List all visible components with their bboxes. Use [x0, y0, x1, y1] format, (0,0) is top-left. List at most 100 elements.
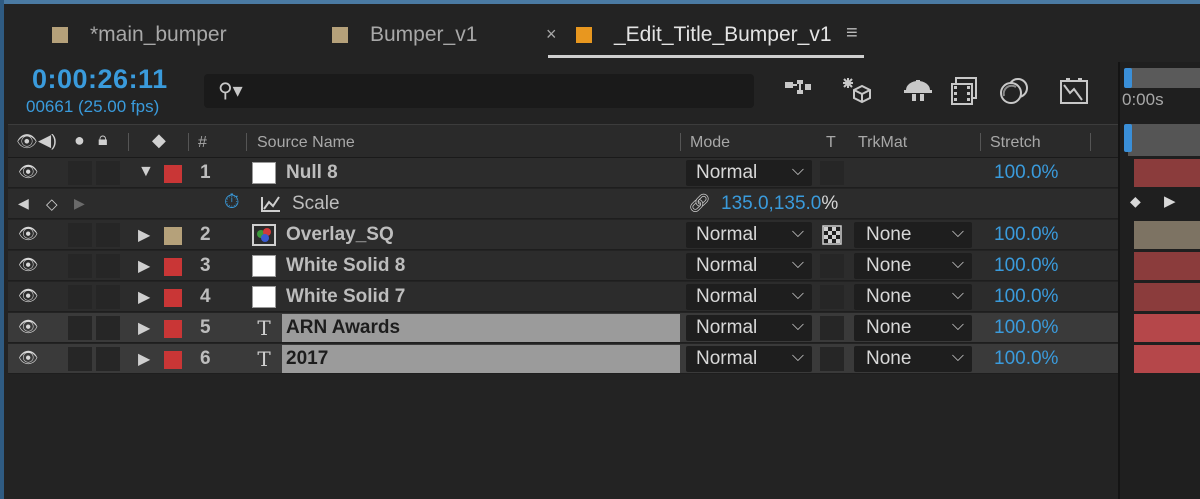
blend-mode-select[interactable]: Normal ⌵: [686, 346, 812, 372]
layer-duration-bar[interactable]: [1134, 314, 1200, 342]
solo-switch[interactable]: [68, 254, 92, 278]
lock-switch[interactable]: [96, 316, 120, 340]
preserve-transparency-toggle[interactable]: [820, 161, 844, 185]
layer-row[interactable]: 👁 ▶ 2 Overlay_SQ Normal ⌵ None ⌵ 100.0%: [8, 220, 1118, 250]
panel-menu-icon[interactable]: ≡: [846, 22, 858, 45]
solo-switch[interactable]: [68, 161, 92, 185]
layer-duration-bar[interactable]: [1134, 252, 1200, 280]
preserve-transparency-toggle[interactable]: [820, 347, 844, 371]
close-tab-icon[interactable]: ×: [546, 24, 557, 45]
expand-triangle-icon[interactable]: ▶: [138, 318, 150, 338]
eye-icon[interactable]: 👁: [18, 224, 38, 244]
lock-header-icon[interactable]: 🔒︎: [98, 129, 108, 150]
blend-mode-select[interactable]: Normal ⌵: [686, 222, 812, 248]
graph-icon[interactable]: [260, 195, 282, 213]
stretch-value[interactable]: 100.0%: [994, 348, 1058, 370]
solo-switch[interactable]: [68, 285, 92, 309]
tab-edit-title-bumper-v1[interactable]: _Edit_Title_Bumper_v1: [576, 18, 832, 52]
next-keyframe-icon[interactable]: ▶: [74, 195, 85, 212]
layer-name[interactable]: 2017: [286, 348, 328, 370]
scale-property-row[interactable]: ◀ ◇ ▶ ⏱ Scale 🔗︎ 135.0,135.0%: [8, 189, 1118, 219]
preserve-transparency-checker-icon[interactable]: [822, 225, 842, 245]
expand-triangle-icon[interactable]: ▶: [138, 225, 150, 245]
navigator-start-handle[interactable]: [1124, 68, 1132, 88]
constrain-proportions-link-icon[interactable]: 🔗︎: [688, 193, 711, 214]
stretch-value[interactable]: 100.0%: [994, 317, 1058, 339]
layer-row[interactable]: 👁 ▶ 3 White Solid 8 Normal ⌵ None ⌵ 100.0%: [8, 251, 1118, 281]
preserve-transparency-toggle[interactable]: [820, 254, 844, 278]
label-header-icon[interactable]: ◆: [152, 130, 166, 151]
layer-row[interactable]: 👁 ▼ 1 Null 8 Normal ⌵ 100.0%: [8, 158, 1118, 188]
keyframe-icon[interactable]: ◆: [1130, 193, 1141, 210]
keyframe-icon[interactable]: ▶: [1164, 192, 1176, 210]
blend-mode-select[interactable]: Normal ⌵: [686, 315, 812, 341]
label-color-swatch[interactable]: [164, 227, 182, 245]
expand-triangle-icon[interactable]: ▶: [138, 349, 150, 369]
track-matte-select[interactable]: None ⌵: [854, 346, 972, 372]
layer-row[interactable]: 👁 ▶ 4 White Solid 7 Normal ⌵ None ⌵ 100.0%: [8, 282, 1118, 312]
layer-row[interactable]: 👁 ▶ 5 T ARN Awards Normal ⌵ None ⌵ 100.0%: [8, 313, 1118, 343]
layer-name[interactable]: White Solid 7: [286, 286, 405, 308]
add-keyframe-icon[interactable]: ◇: [46, 195, 58, 213]
track-matte-select[interactable]: None ⌵: [854, 222, 972, 248]
eye-icon[interactable]: 👁: [18, 286, 38, 306]
column-source-name[interactable]: Source Name: [257, 134, 355, 152]
layer-name[interactable]: ARN Awards: [286, 317, 400, 339]
preserve-transparency-toggle[interactable]: [820, 316, 844, 340]
stopwatch-icon[interactable]: ⏱: [224, 191, 240, 214]
hide-shy-layers-icon[interactable]: [902, 76, 934, 108]
video-switch-header-icon[interactable]: 👁: [16, 132, 38, 152]
search-icon[interactable]: ⚲▾: [218, 78, 243, 103]
layer-duration-bar[interactable]: [1134, 159, 1200, 187]
column-t[interactable]: T: [826, 134, 836, 152]
solo-switch[interactable]: [68, 316, 92, 340]
blend-mode-select[interactable]: Normal ⌵: [686, 253, 812, 279]
layer-duration-bar[interactable]: [1134, 345, 1200, 373]
collapse-triangle-icon[interactable]: ▼: [138, 163, 154, 181]
label-color-swatch[interactable]: [164, 351, 182, 369]
track-matte-select[interactable]: None ⌵: [854, 315, 972, 341]
label-color-swatch[interactable]: [164, 289, 182, 307]
solo-switch[interactable]: [68, 223, 92, 247]
eye-icon[interactable]: 👁: [18, 348, 38, 368]
lock-switch[interactable]: [96, 285, 120, 309]
stretch-value[interactable]: 100.0%: [994, 224, 1058, 246]
solo-switch[interactable]: [68, 347, 92, 371]
layer-name[interactable]: Overlay_SQ: [286, 224, 394, 246]
track-matte-select[interactable]: None ⌵: [854, 253, 972, 279]
tab-main-bumper[interactable]: *main_bumper: [52, 18, 227, 52]
track-matte-select[interactable]: None ⌵: [854, 284, 972, 310]
stretch-value[interactable]: 100.0%: [994, 286, 1058, 308]
stretch-value[interactable]: 100.0%: [994, 255, 1058, 277]
lock-switch[interactable]: [96, 347, 120, 371]
layer-duration-bar[interactable]: [1134, 283, 1200, 311]
column-mode[interactable]: Mode: [690, 134, 730, 152]
layer-name[interactable]: Null 8: [286, 162, 338, 184]
layer-search-box[interactable]: ⚲▾: [204, 74, 754, 108]
expand-triangle-icon[interactable]: ▶: [138, 256, 150, 276]
blend-mode-select[interactable]: Normal ⌵: [686, 284, 812, 310]
layer-name[interactable]: White Solid 8: [286, 255, 405, 277]
work-area-bar[interactable]: [1128, 124, 1200, 156]
column-number[interactable]: #: [198, 134, 207, 152]
blend-mode-select[interactable]: Normal ⌵: [686, 160, 812, 186]
draft-3d-icon[interactable]: [840, 76, 872, 108]
column-trkmat[interactable]: TrkMat: [858, 134, 907, 152]
lock-switch[interactable]: [96, 223, 120, 247]
audio-switch-header-icon[interactable]: ◀): [38, 131, 57, 151]
prev-keyframe-icon[interactable]: ◀: [18, 195, 29, 212]
layer-duration-bar[interactable]: [1134, 221, 1200, 249]
stretch-value[interactable]: 100.0%: [994, 162, 1058, 184]
label-color-swatch[interactable]: [164, 165, 182, 183]
scale-value[interactable]: 135.0,135.0%: [721, 193, 838, 215]
preserve-transparency-toggle[interactable]: [820, 285, 844, 309]
comp-mini-flowchart-icon[interactable]: [782, 76, 814, 108]
layer-row[interactable]: 👁 ▶ 6 T 2017 Normal ⌵ None ⌵ 100.0%: [8, 344, 1118, 374]
work-area-start-handle[interactable]: [1124, 124, 1132, 152]
search-input[interactable]: [244, 78, 744, 104]
time-navigator[interactable]: [1128, 68, 1200, 88]
frame-blending-icon[interactable]: [950, 76, 982, 108]
motion-blur-icon[interactable]: [998, 76, 1030, 108]
eye-icon[interactable]: 👁: [18, 162, 38, 182]
eye-icon[interactable]: 👁: [18, 255, 38, 275]
